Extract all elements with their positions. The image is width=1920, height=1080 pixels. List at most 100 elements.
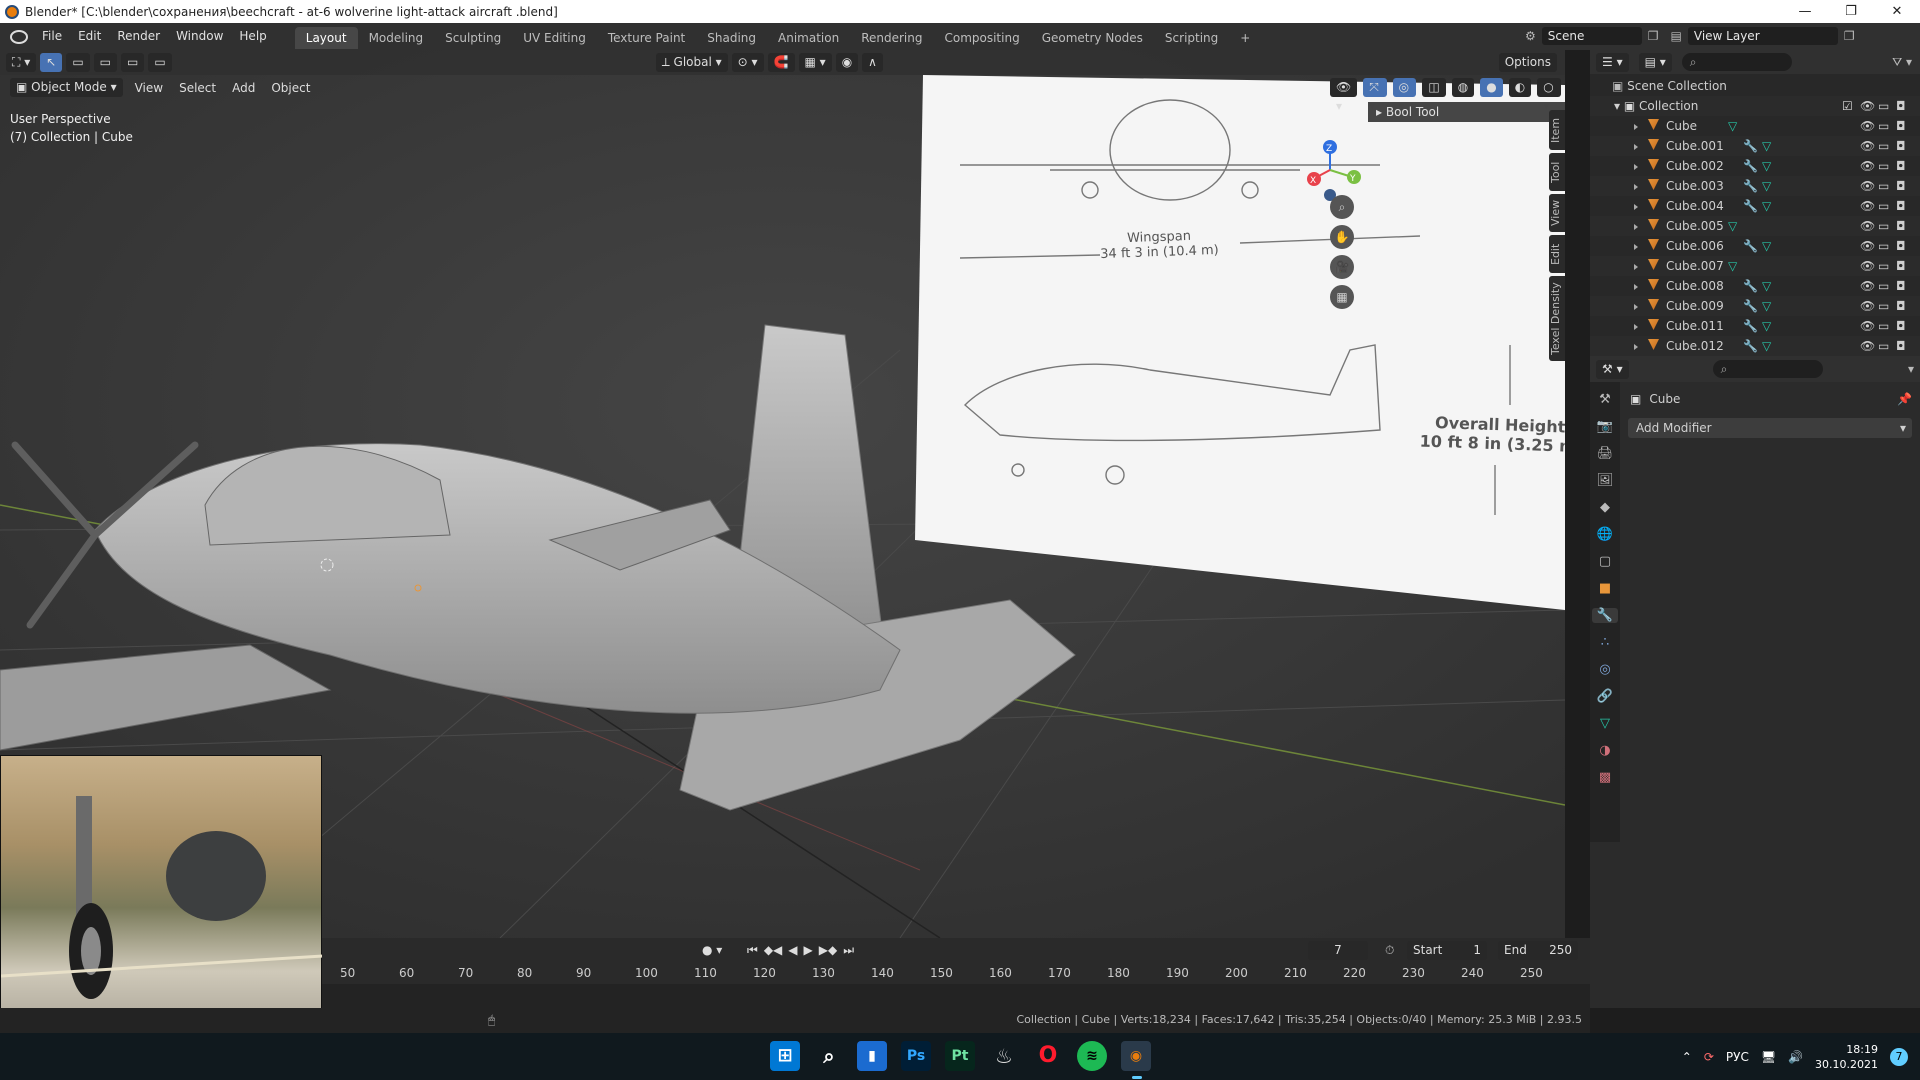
render-camera-icon[interactable]: ◘ <box>1896 136 1906 156</box>
visibility-eye-icon[interactable]: 👁 <box>1860 336 1875 356</box>
mesh-data-icon[interactable]: ▽ <box>1762 316 1771 336</box>
record-icon[interactable]: ● ▾ <box>702 943 722 957</box>
timeline-track[interactable] <box>322 984 1590 1008</box>
menu-edit[interactable]: Edit <box>70 23 109 50</box>
outliner-editor-type[interactable]: ☰ ▾ <box>1596 52 1629 72</box>
visibility-dropdown[interactable]: 👁 ▾ <box>1330 78 1358 113</box>
outliner-item[interactable]: Cube.006 🔧 ▽ 👁 ▭ ◘ <box>1590 236 1920 256</box>
mesh-data-icon[interactable]: ▽ <box>1728 256 1737 276</box>
select-tool-button[interactable]: ↖ <box>40 53 63 72</box>
tab-uv-editing[interactable]: UV Editing <box>512 27 597 49</box>
tab-sculpting[interactable]: Sculpting <box>434 27 512 49</box>
view-layer-selector[interactable]: View Layer <box>1687 27 1838 45</box>
steam-icon[interactable]: ♨ <box>989 1041 1019 1071</box>
viewport-display-icon[interactable]: ▭ <box>1878 336 1889 356</box>
filter-icon[interactable]: ⛛ ▾ <box>1892 55 1912 70</box>
tab-scripting[interactable]: Scripting <box>1154 27 1229 49</box>
collection-tab-icon[interactable]: ▢ <box>1599 554 1611 569</box>
viewport-display-icon[interactable]: ▭ <box>1878 96 1889 116</box>
menu-select[interactable]: Select <box>171 81 224 95</box>
expand-triangle-icon[interactable] <box>1634 144 1638 150</box>
expand-triangle-icon[interactable] <box>1634 224 1638 230</box>
photoshop-icon[interactable]: Ps <box>901 1041 931 1071</box>
properties-search[interactable]: ⌕ <box>1712 360 1823 378</box>
pivot-point-dropdown[interactable]: ⊙ ▾ <box>731 53 764 72</box>
render-camera-icon[interactable]: ◘ <box>1896 276 1906 296</box>
volume-icon[interactable]: 🔊 <box>1788 1050 1803 1064</box>
xray-toggle[interactable]: ◫ <box>1422 78 1446 97</box>
blender-taskbar-icon[interactable]: ◉ <box>1121 1041 1151 1071</box>
outliner-item[interactable]: Cube.012 🔧 ▽ 👁 ▭ ◘ <box>1590 336 1920 356</box>
sync-icon[interactable]: ⟳ <box>1704 1050 1714 1064</box>
menu-file[interactable]: File <box>34 23 70 50</box>
outliner-item[interactable]: Cube ▽ 👁 ▭ ◘ <box>1590 116 1920 136</box>
output-tab-icon[interactable]: 🖨 <box>1597 446 1614 461</box>
options-dropdown[interactable]: Options <box>1498 53 1557 72</box>
jump-end-icon[interactable]: ⏭ <box>843 943 854 958</box>
expand-triangle-icon[interactable] <box>1634 244 1638 250</box>
expand-triangle-icon[interactable] <box>1634 264 1638 270</box>
side-tab-item[interactable]: Item <box>1549 110 1565 150</box>
maximize-button[interactable]: ❐ <box>1828 0 1874 23</box>
viewport-display-icon[interactable]: ▭ <box>1878 116 1889 136</box>
menu-help[interactable]: Help <box>231 23 274 50</box>
tab-layout[interactable]: Layout <box>294 26 358 49</box>
exclude-checkbox[interactable]: ☑ <box>1842 96 1853 116</box>
widgets-icon[interactable]: ▮ <box>857 1041 887 1071</box>
visibility-eye-icon[interactable]: 👁 <box>1860 316 1875 336</box>
editor-type-button[interactable]: ⛶ ▾ <box>6 53 37 72</box>
visibility-eye-icon[interactable]: 👁 <box>1860 116 1875 136</box>
transform-orientation-dropdown[interactable]: ⟂ Global ▾ <box>655 53 728 72</box>
modifier-wrench-icon[interactable]: 🔧 <box>1743 276 1758 296</box>
expand-triangle-icon[interactable] <box>1634 124 1638 130</box>
proportional-edit-toggle[interactable]: ◉ <box>835 53 859 72</box>
object-tab-icon[interactable]: ■ <box>1599 581 1611 596</box>
material-tab-icon[interactable]: ◑ <box>1599 743 1610 758</box>
constraints-tab-icon[interactable]: 🔗 <box>1597 689 1613 704</box>
modifier-tab-icon[interactable]: 🔧 <box>1592 608 1618 623</box>
render-camera-icon[interactable]: ◘ <box>1896 176 1906 196</box>
expand-triangle-icon[interactable] <box>1634 304 1638 310</box>
camera-icon[interactable]: 🎥 <box>1330 255 1354 279</box>
outliner-scene-collection[interactable]: ▣ Scene Collection <box>1590 76 1920 96</box>
expand-triangle-icon[interactable] <box>1634 204 1638 210</box>
play-icon[interactable]: ▶ <box>804 943 813 958</box>
jump-start-icon[interactable]: ⏮ <box>747 943 758 958</box>
network-icon[interactable]: 🖥 <box>1761 1050 1776 1064</box>
windows-start-icon[interactable]: ⊞ <box>770 1041 800 1071</box>
render-camera-icon[interactable]: ◘ <box>1896 196 1906 216</box>
snap-toggle[interactable]: 🧲 <box>767 53 795 72</box>
render-camera-icon[interactable]: ◘ <box>1896 336 1906 356</box>
solid-shading-button[interactable]: ● <box>1480 78 1503 97</box>
add-workspace-button[interactable]: + <box>1229 27 1261 49</box>
modifier-wrench-icon[interactable]: 🔧 <box>1743 296 1758 316</box>
select-mode-subtract[interactable]: ▭ <box>121 53 145 72</box>
expand-triangle-icon[interactable] <box>1634 284 1638 290</box>
outliner-item[interactable]: Cube.009 🔧 ▽ 👁 ▭ ◘ <box>1590 296 1920 316</box>
modifier-wrench-icon[interactable]: 🔧 <box>1743 176 1758 196</box>
outliner-item[interactable]: Cube.005 ▽ 👁 ▭ ◘ <box>1590 216 1920 236</box>
outliner-item[interactable]: Cube.007 ▽ 👁 ▭ ◘ <box>1590 256 1920 276</box>
render-camera-icon[interactable]: ◘ <box>1896 96 1906 116</box>
start-frame-field[interactable]: Start 1 <box>1407 940 1487 960</box>
viewport-display-icon[interactable]: ▭ <box>1878 156 1889 176</box>
outliner-item[interactable]: Cube.004 🔧 ▽ 👁 ▭ ◘ <box>1590 196 1920 216</box>
gizmo-toggle[interactable]: ⤧ ▾ <box>1363 78 1387 113</box>
properties-editor-type[interactable]: ⚒ ▾ <box>1596 359 1629 379</box>
view-layer-tab-icon[interactable]: 🖼 <box>1597 473 1614 488</box>
substance-painter-icon[interactable]: Pt <box>945 1041 975 1071</box>
visibility-eye-icon[interactable]: 👁 <box>1860 216 1875 236</box>
visibility-eye-icon[interactable]: 👁 <box>1860 236 1875 256</box>
side-tab-tool[interactable]: Tool <box>1549 153 1565 191</box>
tray-chevron-icon[interactable]: ⌃ <box>1682 1050 1692 1064</box>
mesh-data-icon[interactable]: ▽ <box>1762 276 1771 296</box>
rendered-shading-button[interactable]: ○ ▾ <box>1537 78 1562 113</box>
select-mode-extend[interactable]: ▭ <box>93 53 117 72</box>
visibility-eye-icon[interactable]: 👁 <box>1860 276 1875 296</box>
modifier-wrench-icon[interactable]: 🔧 <box>1743 336 1758 356</box>
current-frame-field[interactable]: 7 <box>1308 940 1368 960</box>
menu-window[interactable]: Window <box>168 23 231 50</box>
texture-tab-icon[interactable]: ▩ <box>1599 770 1611 785</box>
render-camera-icon[interactable]: ◘ <box>1896 256 1906 276</box>
mesh-data-icon[interactable]: ▽ <box>1762 196 1771 216</box>
